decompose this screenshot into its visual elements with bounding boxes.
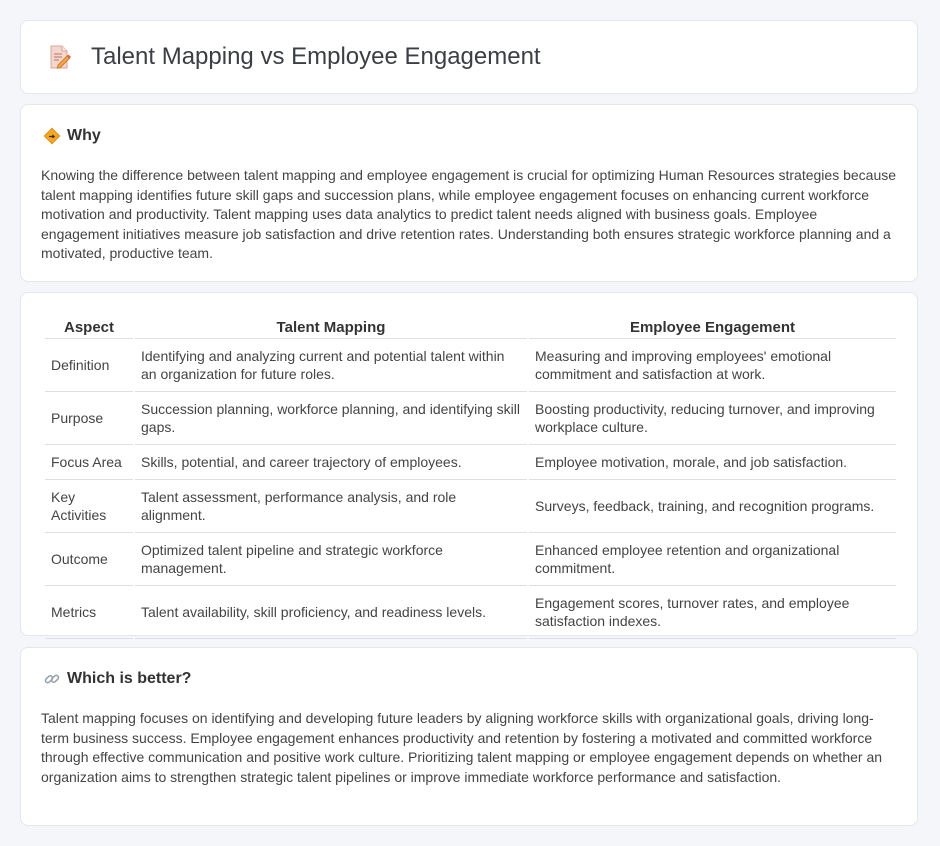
table-row: Metrics Talent availability, skill profi… [45,586,896,639]
table-row: Definition Identifying and analyzing cur… [45,339,896,392]
row-employee-engagement: Enhanced employee retention and organiza… [529,533,896,586]
title-card: Talent Mapping vs Employee Engagement [20,20,918,94]
why-heading-row: Why [43,127,101,145]
row-employee-engagement: Employee motivation, morale, and job sat… [529,445,896,480]
table-row: Outcome Optimized talent pipeline and st… [45,533,896,586]
better-text: Talent mapping focuses on identifying an… [41,710,883,785]
row-aspect: Key Activities [45,480,133,533]
row-talent-mapping: Optimized talent pipeline and strategic … [135,533,527,586]
row-aspect: Focus Area [45,445,133,480]
table-header-row: Aspect Talent Mapping Employee Engagemen… [45,314,896,339]
row-talent-mapping: Skills, potential, and career trajectory… [135,445,527,480]
table-row: Key Activities Talent assessment, perfor… [45,480,896,533]
row-talent-mapping: Succession planning, workforce planning,… [135,392,527,445]
why-card: Why Knowing the difference between talen… [20,104,918,282]
row-aspect: Definition [45,339,133,392]
table-row: Focus Area Skills, potential, and career… [45,445,896,480]
which-better-card: Which is better? Talent mapping focuses … [20,647,918,826]
row-employee-engagement: Boosting productivity, reducing turnover… [529,392,896,445]
header-talent-mapping: Talent Mapping [135,314,527,339]
comparison-card: Aspect Talent Mapping Employee Engagemen… [20,292,918,639]
row-talent-mapping: Identifying and analyzing current and po… [135,339,527,392]
edit-document-icon [45,43,73,71]
row-aspect: Outcome [45,533,133,586]
table-row: Purpose Succession planning, workforce p… [45,392,896,445]
better-heading-row: Which is better? [43,670,191,688]
row-employee-engagement: Surveys, feedback, training, and recogni… [529,480,896,533]
row-aspect: Purpose [45,392,133,445]
comparison-table: Aspect Talent Mapping Employee Engagemen… [43,314,898,639]
warning-diamond-icon [43,127,61,145]
link-icon [43,670,61,688]
row-aspect: Metrics [45,586,133,639]
why-heading: Why [67,127,101,144]
row-employee-engagement: Engagement scores, turnover rates, and e… [529,586,896,639]
row-talent-mapping: Talent assessment, performance analysis,… [135,480,527,533]
better-heading: Which is better? [67,670,192,687]
why-text: Knowing the difference between talent ma… [41,167,897,262]
header-aspect: Aspect [45,314,133,339]
row-employee-engagement: Measuring and improving employees' emoti… [529,339,896,392]
row-talent-mapping: Talent availability, skill proficiency, … [135,586,527,639]
page-title: Talent Mapping vs Employee Engagement [91,43,541,70]
title-row: Talent Mapping vs Employee Engagement [45,43,541,71]
header-employee-engagement: Employee Engagement [529,314,896,339]
